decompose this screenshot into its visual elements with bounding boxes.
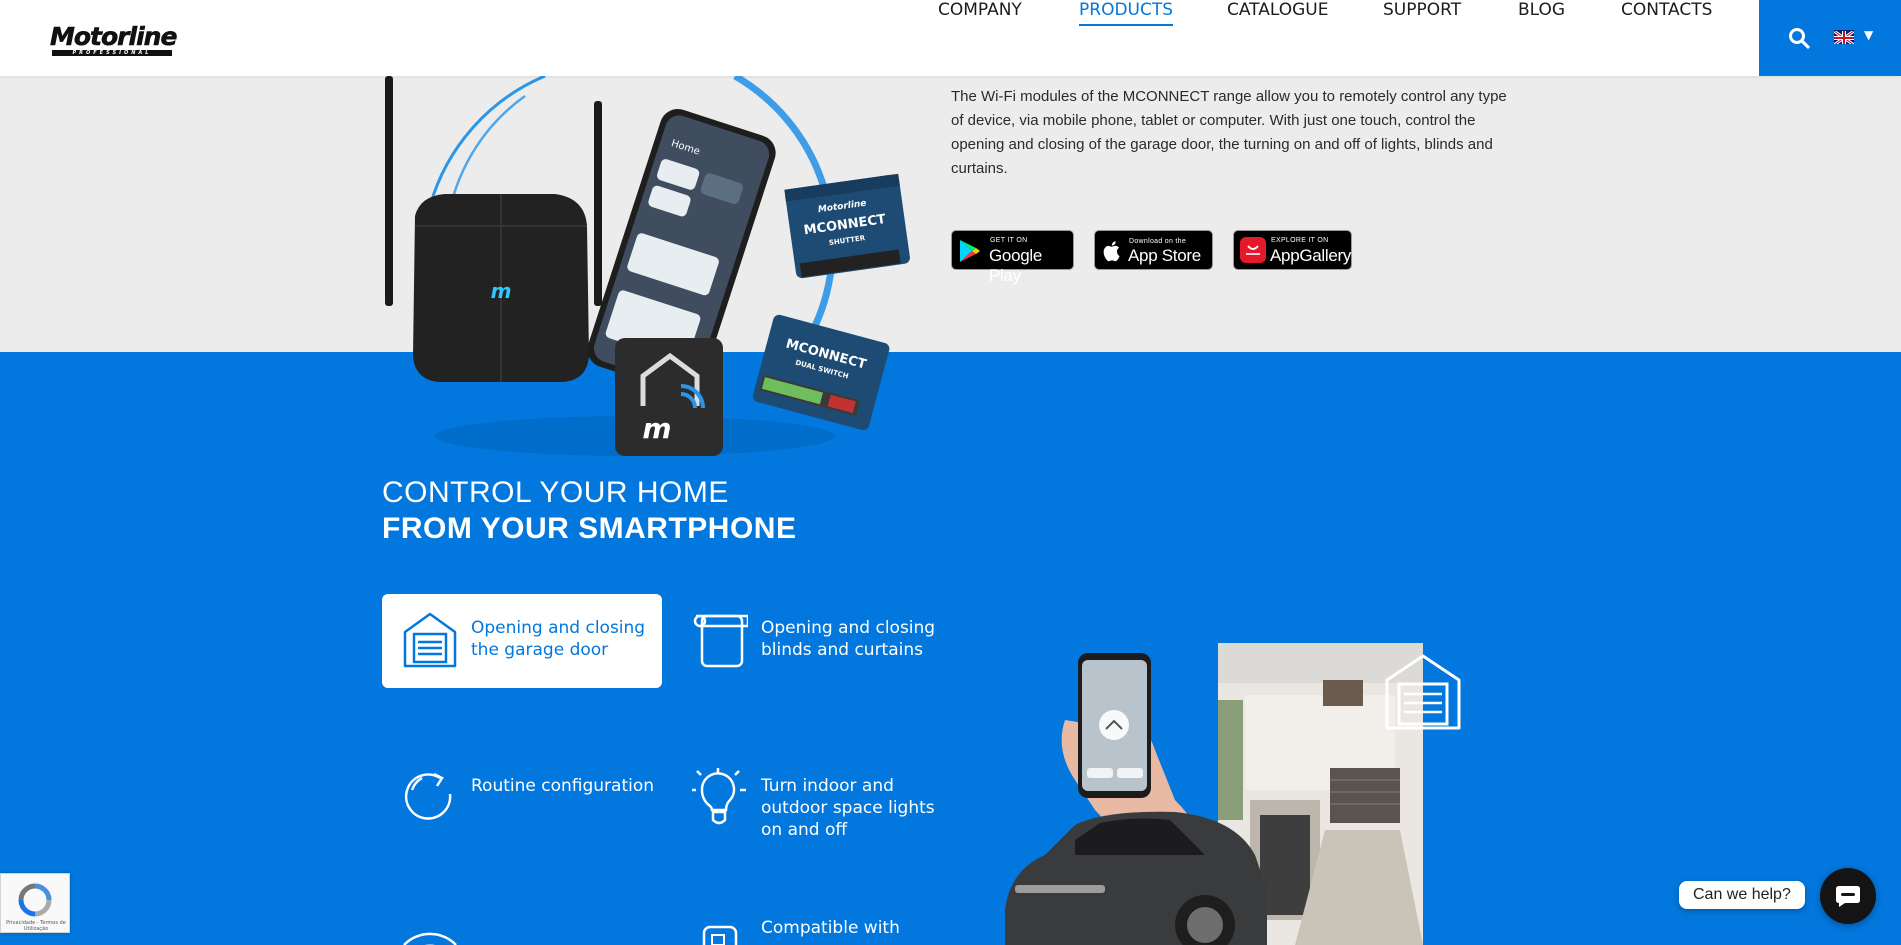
chat-button[interactable] <box>1820 868 1876 924</box>
huawei-appgallery-icon <box>1240 237 1266 263</box>
apple-icon <box>1103 241 1120 262</box>
recaptcha-links: Privacidade - Termos de Utilização <box>6 920 66 932</box>
logo-text: Motorline <box>50 22 178 52</box>
blinds-icon <box>693 614 748 668</box>
app-store-button[interactable]: Download on the App Store <box>1094 230 1213 270</box>
feature-garage-door[interactable]: Opening and closing the garage door <box>382 594 662 688</box>
intro-description: The Wi-Fi modules of the MCONNECT range … <box>951 88 1507 177</box>
feature-compatible[interactable]: Compatible with <box>672 905 952 945</box>
section-heading-light: CONTROL YOUR HOME <box>382 476 729 509</box>
svg-text:m: m <box>491 279 512 303</box>
wifi-icon <box>403 932 457 945</box>
logo-subtitle: PROFESSIONAL <box>52 50 172 56</box>
chat-prompt[interactable]: Can we help? <box>1679 881 1805 909</box>
google-play-small: GET IT ON <box>990 237 1028 244</box>
recaptcha-badge[interactable]: Privacidade - Termos de Utilização <box>0 873 70 933</box>
motorline-logo[interactable]: Motorline PROFESSIONAL <box>50 22 178 56</box>
nav-catalogue[interactable]: CATALOGUE <box>1227 0 1328 20</box>
smart-home-illustration <box>1005 643 1461 945</box>
feature-routine[interactable]: Routine configuration <box>382 752 662 846</box>
appgallery-small: EXPLORE IT ON <box>1271 237 1329 244</box>
feature-wifi[interactable] <box>382 905 662 945</box>
nav-company[interactable]: COMPANY <box>938 0 1022 20</box>
nav-support[interactable]: SUPPORT <box>1383 0 1461 20</box>
appgallery-label: AppGallery <box>1270 246 1352 265</box>
feature-label: Routine configuration <box>471 776 655 796</box>
feature-label: Opening and closing blinds and curtains <box>761 618 936 660</box>
app-store-small: Download on the <box>1129 238 1187 245</box>
section-heading-bold: FROM YOUR SMARTPHONE <box>382 512 797 545</box>
feature-label: Compatible with <box>761 918 900 938</box>
smartphone-icon <box>702 925 738 945</box>
recaptcha-icon <box>18 883 52 917</box>
feature-label: Opening and closing the garage door <box>471 618 646 660</box>
lightbulb-icon <box>692 768 746 825</box>
google-play-button[interactable]: GET IT ON Google Play <box>951 230 1074 285</box>
feature-label: Turn indoor and outdoor space lights on … <box>761 776 935 840</box>
nav-contacts[interactable]: CONTACTS <box>1621 0 1712 20</box>
garage-door-icon <box>403 612 457 668</box>
routine-icon <box>404 772 452 820</box>
feature-lights[interactable]: Turn indoor and outdoor space lights on … <box>672 752 952 846</box>
site-header: Motorline PROFESSIONAL COMPANY PRODUCTS … <box>0 0 1901 76</box>
header-actions: ▼ <box>1759 0 1901 76</box>
mconnect-products-image: m Home m Motorline MCONNECT SHUTTER MCON… <box>385 76 910 456</box>
search-icon[interactable] <box>1787 26 1811 50</box>
google-play-icon <box>960 240 980 262</box>
appgallery-button[interactable]: EXPLORE IT ON AppGallery <box>1233 230 1352 270</box>
app-store-label: App Store <box>1128 246 1201 265</box>
nav-blog[interactable]: BLOG <box>1518 0 1565 20</box>
chat-icon <box>1836 886 1860 907</box>
feature-blinds[interactable]: Opening and closing blinds and curtains <box>672 594 952 688</box>
nav-products[interactable]: PRODUCTS <box>1079 0 1174 26</box>
uk-flag-icon <box>1834 30 1854 44</box>
google-play-label: Google Play <box>989 246 1043 285</box>
language-selector[interactable]: ▼ <box>1834 28 1894 46</box>
svg-text:m: m <box>642 412 671 445</box>
chevron-down-icon: ▼ <box>1864 28 1874 42</box>
